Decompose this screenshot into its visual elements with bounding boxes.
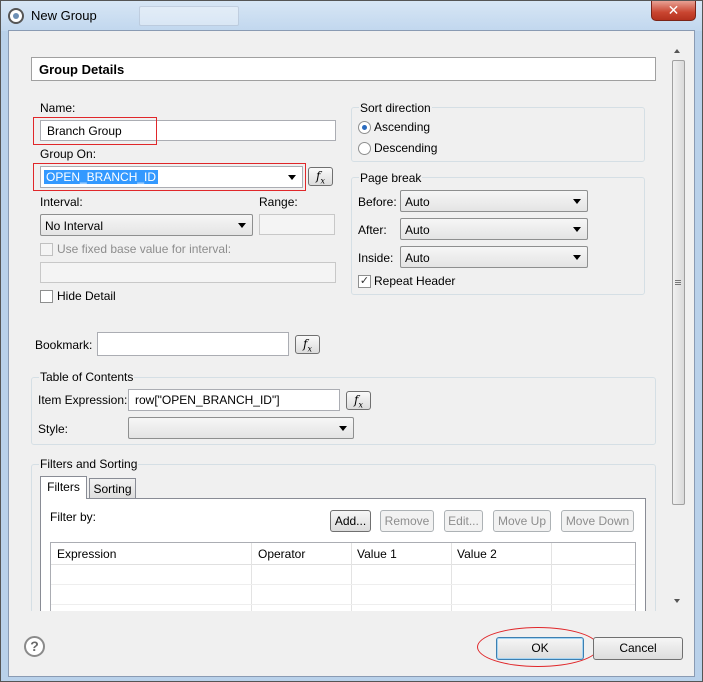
descending-label: Descending [374,141,438,155]
app-icon [8,8,24,24]
interval-combo[interactable]: No Interval [40,214,253,236]
after-combo[interactable]: Auto [400,218,588,240]
scrollbar-thumb[interactable] [672,60,685,505]
inside-combo[interactable]: Auto [400,246,588,268]
scroll-up-arrow-icon[interactable] [674,49,680,53]
range-label: Range: [259,195,298,209]
inside-label: Inside: [358,251,394,265]
style-label: Style: [38,422,69,436]
bookmark-field[interactable] [97,332,289,356]
chevron-down-icon [573,227,581,232]
header-title: Group Details [39,62,125,77]
group-on-highlight-box [33,163,306,191]
group-details-header: Group Details [31,57,656,81]
ascending-label: Ascending [374,120,431,134]
bookmark-label: Bookmark: [35,338,93,352]
column-header-value-1[interactable]: Value 1 [357,547,397,561]
repeat-header-label: Repeat Header [374,274,456,288]
hide-detail-checkbox[interactable] [40,290,53,303]
chevron-down-icon [573,255,581,260]
descending-radio[interactable] [358,142,371,155]
bookmark-expression-button[interactable]: fx [295,335,320,354]
tab-sorting[interactable]: Sorting [89,478,136,499]
name-highlight-box [33,117,157,145]
style-combo[interactable] [128,417,354,439]
fixed-base-field[interactable] [40,262,336,283]
background-toolbar-ghost [139,6,239,26]
tab-filters[interactable]: Filters [40,476,87,499]
item-expression-field[interactable]: row["OPEN_BRANCH_ID"] [128,389,340,411]
column-header-operator[interactable]: Operator [258,547,305,561]
ascending-radio[interactable] [358,121,371,134]
before-combo[interactable]: Auto [400,190,588,212]
help-icon[interactable]: ? [24,636,45,657]
chevron-down-icon [573,199,581,204]
fixed-base-checkbox[interactable] [40,243,53,256]
item-expression-label: Item Expression: [38,393,128,407]
repeat-header-checkbox[interactable]: ✓ [358,275,371,288]
after-label: After: [358,223,387,237]
group-on-expression-button[interactable]: fx [308,167,333,186]
fixed-base-label: Use fixed base value for interval: [57,242,232,256]
grip-icon [675,280,681,281]
column-header-value-2[interactable]: Value 2 [457,547,497,561]
move-up-button[interactable]: Move Up [493,510,551,532]
name-label: Name: [40,101,76,115]
column-header-expression[interactable]: Expression [57,547,116,561]
range-field[interactable] [259,214,335,235]
filters-table: Expression Operator Value 1 Value 2 [50,542,636,611]
column-divider [551,543,552,611]
toc-title: Table of Contents [39,370,135,384]
cancel-button[interactable]: Cancel [593,637,683,660]
interval-label: Interval: [40,195,83,209]
table-row-divider [51,604,635,605]
ok-highlight-ellipse [477,627,599,667]
column-divider [451,543,452,611]
item-expression-value: row["OPEN_BRANCH_ID"] [135,393,280,407]
sort-direction-title: Sort direction [359,101,432,115]
edit-filter-button[interactable]: Edit... [444,510,483,532]
scrollable-content: Group Details Name: Branch Group Group O… [9,31,669,611]
chevron-down-icon [339,426,347,431]
group-on-label: Group On: [40,147,97,161]
before-label: Before: [358,195,397,209]
title-bar[interactable]: New Group ✕ [1,1,702,31]
interval-value: No Interval [45,219,104,233]
after-value: Auto [405,223,430,237]
close-button[interactable]: ✕ [651,1,696,21]
before-value: Auto [405,195,430,209]
hide-detail-label: Hide Detail [57,289,116,303]
add-filter-button[interactable]: Add... [330,510,371,532]
move-down-button[interactable]: Move Down [561,510,634,532]
column-divider [251,543,252,611]
page-break-title: Page break [359,171,423,185]
filter-by-label: Filter by: [50,510,97,524]
table-row-divider [51,584,635,585]
chevron-down-icon [238,223,246,228]
scroll-down-arrow-icon[interactable] [674,599,680,603]
window-title: New Group [31,8,97,23]
remove-filter-button[interactable]: Remove [380,510,434,532]
inside-value: Auto [405,251,430,265]
filters-sorting-title: Filters and Sorting [39,457,139,471]
column-divider [351,543,352,611]
item-expression-button[interactable]: fx [346,391,371,410]
filters-table-header: Expression Operator Value 1 Value 2 [51,543,635,565]
